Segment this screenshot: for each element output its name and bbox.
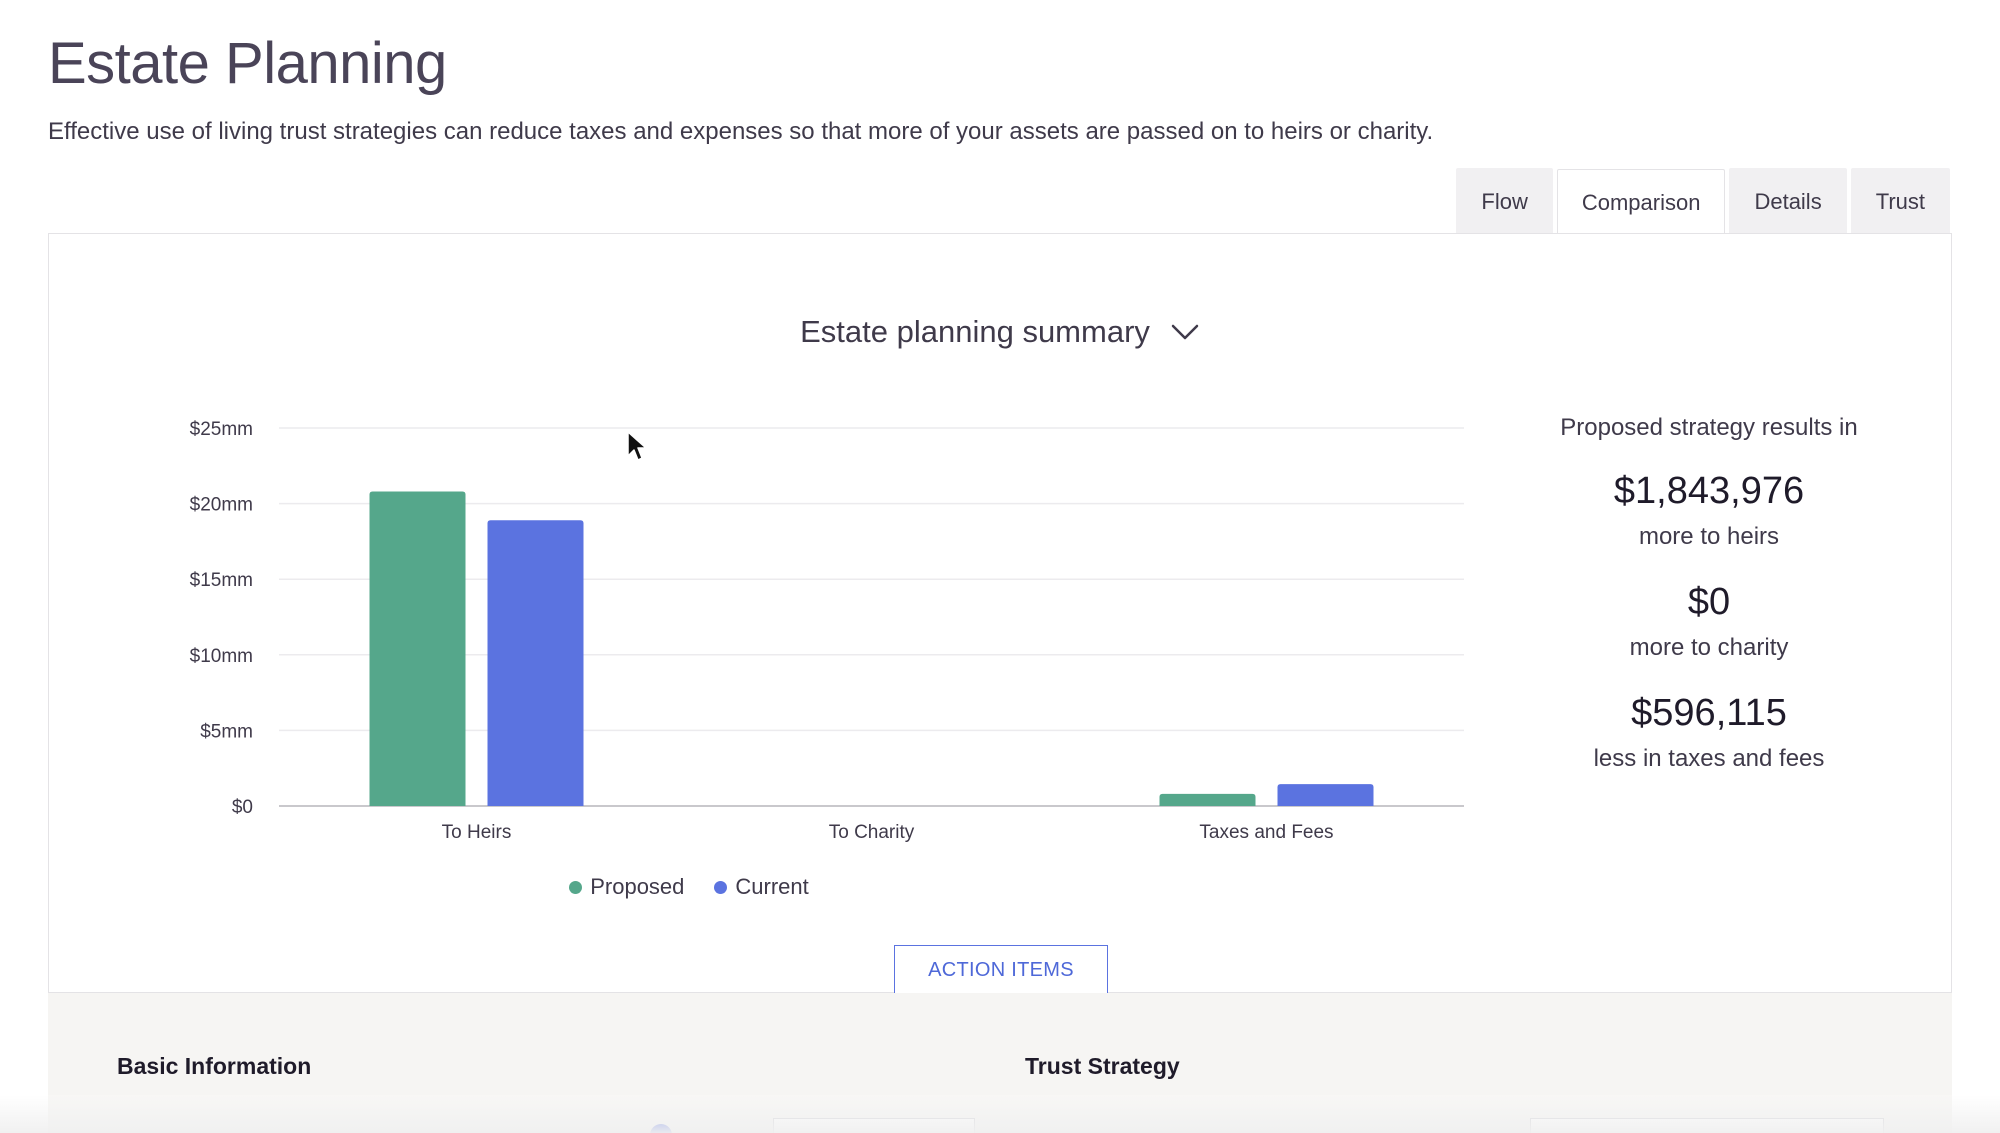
x-tick-label: To Charity [829, 822, 915, 843]
legend-item-current[interactable]: Current [714, 874, 809, 900]
legend-item-proposed[interactable]: Proposed [569, 874, 684, 900]
chart-legend: Proposed Current [49, 874, 1329, 900]
y-tick-label: $25mm [190, 419, 253, 440]
comparison-panel: Estate planning summary $0 $5mm $10mm $15mm… [48, 233, 1952, 995]
page-title: Estate Planning [48, 31, 447, 96]
chevron-down-icon [1171, 324, 1199, 340]
y-tick-label: $15mm [190, 570, 253, 591]
results-intro: Proposed strategy results in [1560, 414, 1858, 441]
x-tick-label: Taxes and Fees [1199, 822, 1333, 843]
trust-strategy-heading: Trust Strategy [1025, 1053, 1180, 1079]
tab-details[interactable]: Details [1729, 168, 1847, 234]
action-items-button[interactable]: ACTION ITEMS [894, 945, 1108, 995]
y-tick-label: $0 [232, 797, 253, 818]
legend-dot-proposed [569, 880, 583, 894]
bar-current-0 [487, 520, 584, 806]
summary-dropdown-label: Estate planning summary [800, 314, 1150, 349]
strategy-results: Proposed strategy results in $1,843,976 … [1509, 414, 1909, 803]
basic-information-heading: Basic Information [117, 1053, 312, 1079]
view-tabs: Flow Comparison Details Trust [1456, 168, 1950, 235]
legend-label-proposed: Proposed [590, 874, 685, 899]
y-tick-label: $10mm [190, 646, 253, 667]
charity-label: more to charity [1629, 634, 1789, 661]
charity-value: $0 [1687, 581, 1731, 623]
heirs-label: more to heirs [1638, 523, 1780, 550]
legend-dot-current [714, 880, 728, 894]
y-tick-label: $5mm [200, 721, 253, 742]
bar-proposed-0 [369, 491, 466, 806]
page-subtitle: Effective use of living trust strategies… [48, 118, 1434, 145]
tab-comparison[interactable]: Comparison [1556, 169, 1726, 235]
bar-chart-svg: $0 $5mm $10mm $15mm $20mm $25mm To Heirs To Cha… [190, 419, 1464, 843]
bar-chart: $0 $5mm $10mm $15mm $20mm $25mm To Heirs To Cha… [129, 399, 1489, 879]
tab-flow[interactable]: Flow [1456, 168, 1553, 234]
summary-dropdown[interactable]: Estate planning summary [49, 314, 1951, 350]
tab-trust[interactable]: Trust [1850, 168, 1950, 234]
bar-current-2 [1277, 784, 1374, 806]
x-tick-label: To Heirs [442, 822, 512, 843]
y-tick-label: $20mm [190, 495, 253, 516]
mouse-pointer-icon [627, 431, 647, 461]
bottom-fade [0, 1095, 2000, 1133]
taxes-value: $596,115 [1631, 692, 1787, 734]
taxes-label: less in taxes and fees [1593, 745, 1825, 772]
bar-proposed-2 [1159, 793, 1256, 806]
heirs-value: $1,843,976 [1613, 470, 1805, 512]
legend-label-current: Current [735, 874, 809, 899]
